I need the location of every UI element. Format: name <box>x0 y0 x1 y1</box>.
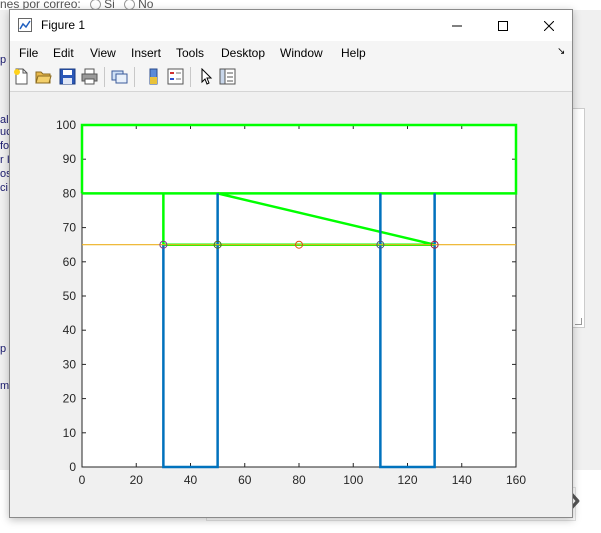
x-tick-label: 0 <box>79 473 86 487</box>
y-tick-label: 30 <box>63 357 77 371</box>
y-tick-label: 0 <box>69 460 76 474</box>
y-tick-label: 60 <box>63 255 77 269</box>
y-tick-label: 50 <box>63 289 77 303</box>
y-tick-label: 80 <box>63 186 77 200</box>
x-tick-label: 40 <box>184 473 198 487</box>
y-tick-label: 90 <box>63 152 77 166</box>
x-tick-label: 160 <box>506 473 526 487</box>
y-tick-label: 10 <box>63 426 77 440</box>
axes-box <box>81 124 517 468</box>
plot-area: 0 20 40 60 80 100 120 140 160 0 10 20 30 40 50 60 70 80 90… <box>56 118 526 487</box>
x-tick-label: 140 <box>452 473 472 487</box>
x-tick-label: 120 <box>397 473 417 487</box>
x-tick-label: 60 <box>238 473 252 487</box>
x-tick-label: 80 <box>292 473 306 487</box>
x-tick-label: 100 <box>343 473 363 487</box>
y-tick-label: 40 <box>63 323 77 337</box>
y-tick-label: 100 <box>56 118 76 132</box>
y-tick-label: 70 <box>63 221 77 235</box>
y-tick-label: 20 <box>63 392 77 406</box>
x-tick-label: 20 <box>130 473 144 487</box>
